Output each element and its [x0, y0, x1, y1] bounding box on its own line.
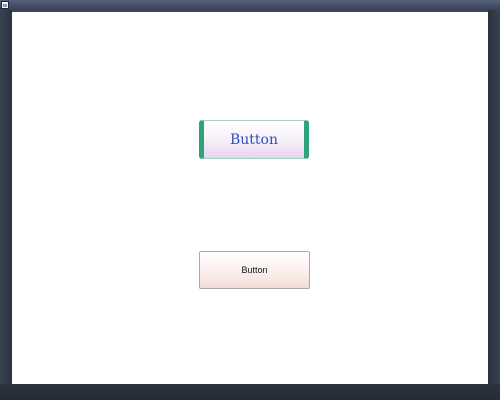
styled-button[interactable]: Button: [199, 120, 309, 159]
title-bar[interactable]: [0, 0, 500, 10]
window-icon[interactable]: [1, 1, 9, 9]
plain-button[interactable]: Button: [199, 251, 310, 289]
window-frame: Button Button: [0, 0, 500, 400]
right-window-border: [488, 10, 500, 388]
plain-button-label: Button: [241, 265, 268, 275]
styled-button-label: Button: [229, 131, 278, 148]
left-window-border: [0, 10, 12, 388]
bottom-window-border: [0, 384, 500, 400]
client-area: [12, 12, 488, 384]
